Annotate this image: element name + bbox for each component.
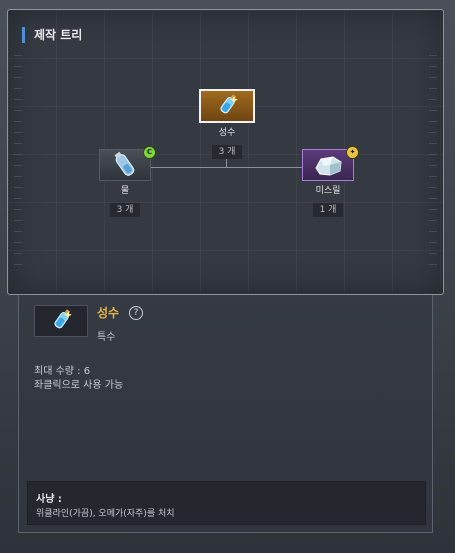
special-grade-badge-icon: ✦ bbox=[346, 146, 359, 159]
holy-water-icon bbox=[199, 89, 255, 123]
tree-node-name: 물 bbox=[120, 186, 130, 196]
craft-tree-title: 제작 트리 bbox=[22, 27, 82, 43]
item-grade: 특수 bbox=[97, 332, 116, 343]
item-name: 성수 bbox=[97, 306, 120, 320]
tree-node-mithril[interactable]: ✦ 미스릴 1 개 bbox=[302, 146, 359, 217]
right-edge-ticks bbox=[429, 55, 437, 285]
tree-node-name: 성수 bbox=[218, 128, 236, 138]
mithril-ore-icon: ✦ bbox=[302, 146, 359, 181]
hunt-title: 사냥 : bbox=[36, 494, 62, 505]
item-max-quantity: 최대 수량 : 6 bbox=[34, 366, 91, 377]
left-edge-ticks bbox=[14, 55, 22, 285]
holy-water-icon bbox=[34, 305, 88, 337]
hunt-description: 위클라인(가끔), 오메가(자주)를 처치 bbox=[36, 509, 175, 519]
tree-node-count: 1 개 bbox=[312, 203, 344, 217]
tree-node-holy-water[interactable]: 성수 3 개 bbox=[199, 89, 255, 159]
item-usage-hint: 좌클릭으로 사용 가능 bbox=[34, 380, 124, 391]
tree-node-count: 3 개 bbox=[109, 203, 141, 217]
tree-node-count: 3 개 bbox=[211, 145, 243, 159]
water-vial-icon: C bbox=[99, 146, 156, 181]
tree-node-water[interactable]: C 물 3 개 bbox=[99, 146, 156, 217]
craft-tree-panel: 제작 트리 성수 3 개 C 물 3 개 ✦ 미스릴 1 개 bbox=[7, 9, 444, 295]
item-detail-panel: 성수 ? 특수 최대 수량 : 6 좌클릭으로 사용 가능 사냥 : 위클라인(… bbox=[18, 295, 433, 533]
hunt-info-box: 사냥 : 위클라인(가끔), 오메가(자주)를 처치 bbox=[27, 481, 426, 525]
tree-node-name: 미스릴 bbox=[315, 186, 341, 196]
common-grade-badge-icon: C bbox=[143, 146, 156, 159]
tree-connector-horizontal bbox=[151, 167, 303, 168]
help-icon[interactable]: ? bbox=[129, 306, 143, 320]
